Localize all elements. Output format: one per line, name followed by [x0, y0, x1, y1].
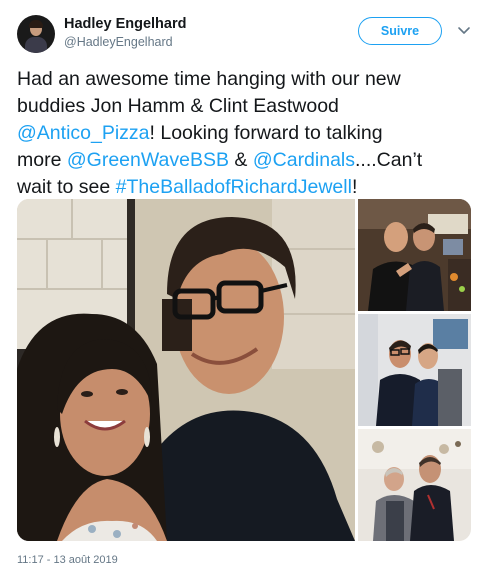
follow-button[interactable]: Suivre: [358, 17, 442, 45]
tweet-line: ....Can’t: [355, 149, 423, 171]
photo-middle-right[interactable]: [358, 314, 471, 426]
photo-top-right[interactable]: [358, 199, 471, 311]
photo-grid: [17, 199, 471, 541]
photo-main[interactable]: [17, 199, 355, 541]
tweet-line: &: [229, 149, 253, 171]
group-photo-image: [358, 199, 471, 311]
mention-greenwavebsb[interactable]: @GreenWaveBSB: [67, 149, 229, 171]
tweet-line: Had an awesome time hanging with our new: [17, 68, 401, 90]
mention-cardinals[interactable]: @Cardinals: [253, 149, 355, 171]
tweet-line: !: [351, 176, 358, 198]
group-photo-image: [358, 314, 471, 426]
avatar[interactable]: [17, 15, 55, 53]
selfie-image: [17, 199, 355, 541]
tweet-line: buddies Jon Hamm & Clint Eastwood: [17, 95, 339, 117]
tweet-text: Had an awesome time hanging with our new…: [17, 66, 479, 201]
group-photo-image: [358, 429, 471, 541]
hashtag-link[interactable]: #TheBalladofRichardJewell: [116, 176, 352, 198]
tweet-timestamp[interactable]: 11:17 - 13 août 2019: [17, 553, 118, 567]
photo-bottom-right[interactable]: [358, 429, 471, 541]
tweet-line: ! Looking forward to talking: [149, 122, 383, 144]
tweet-card: Hadley Engelhard @HadleyEngelhard Suivre…: [0, 0, 491, 570]
user-name[interactable]: Hadley Engelhard: [64, 15, 186, 33]
tweet-line: more: [17, 149, 67, 171]
user-handle[interactable]: @HadleyEngelhard: [64, 34, 173, 50]
tweet-line: wait to see: [17, 176, 116, 198]
mention-antico-pizza[interactable]: @Antico_Pizza: [17, 122, 150, 144]
chevron-down-icon[interactable]: [457, 25, 471, 37]
